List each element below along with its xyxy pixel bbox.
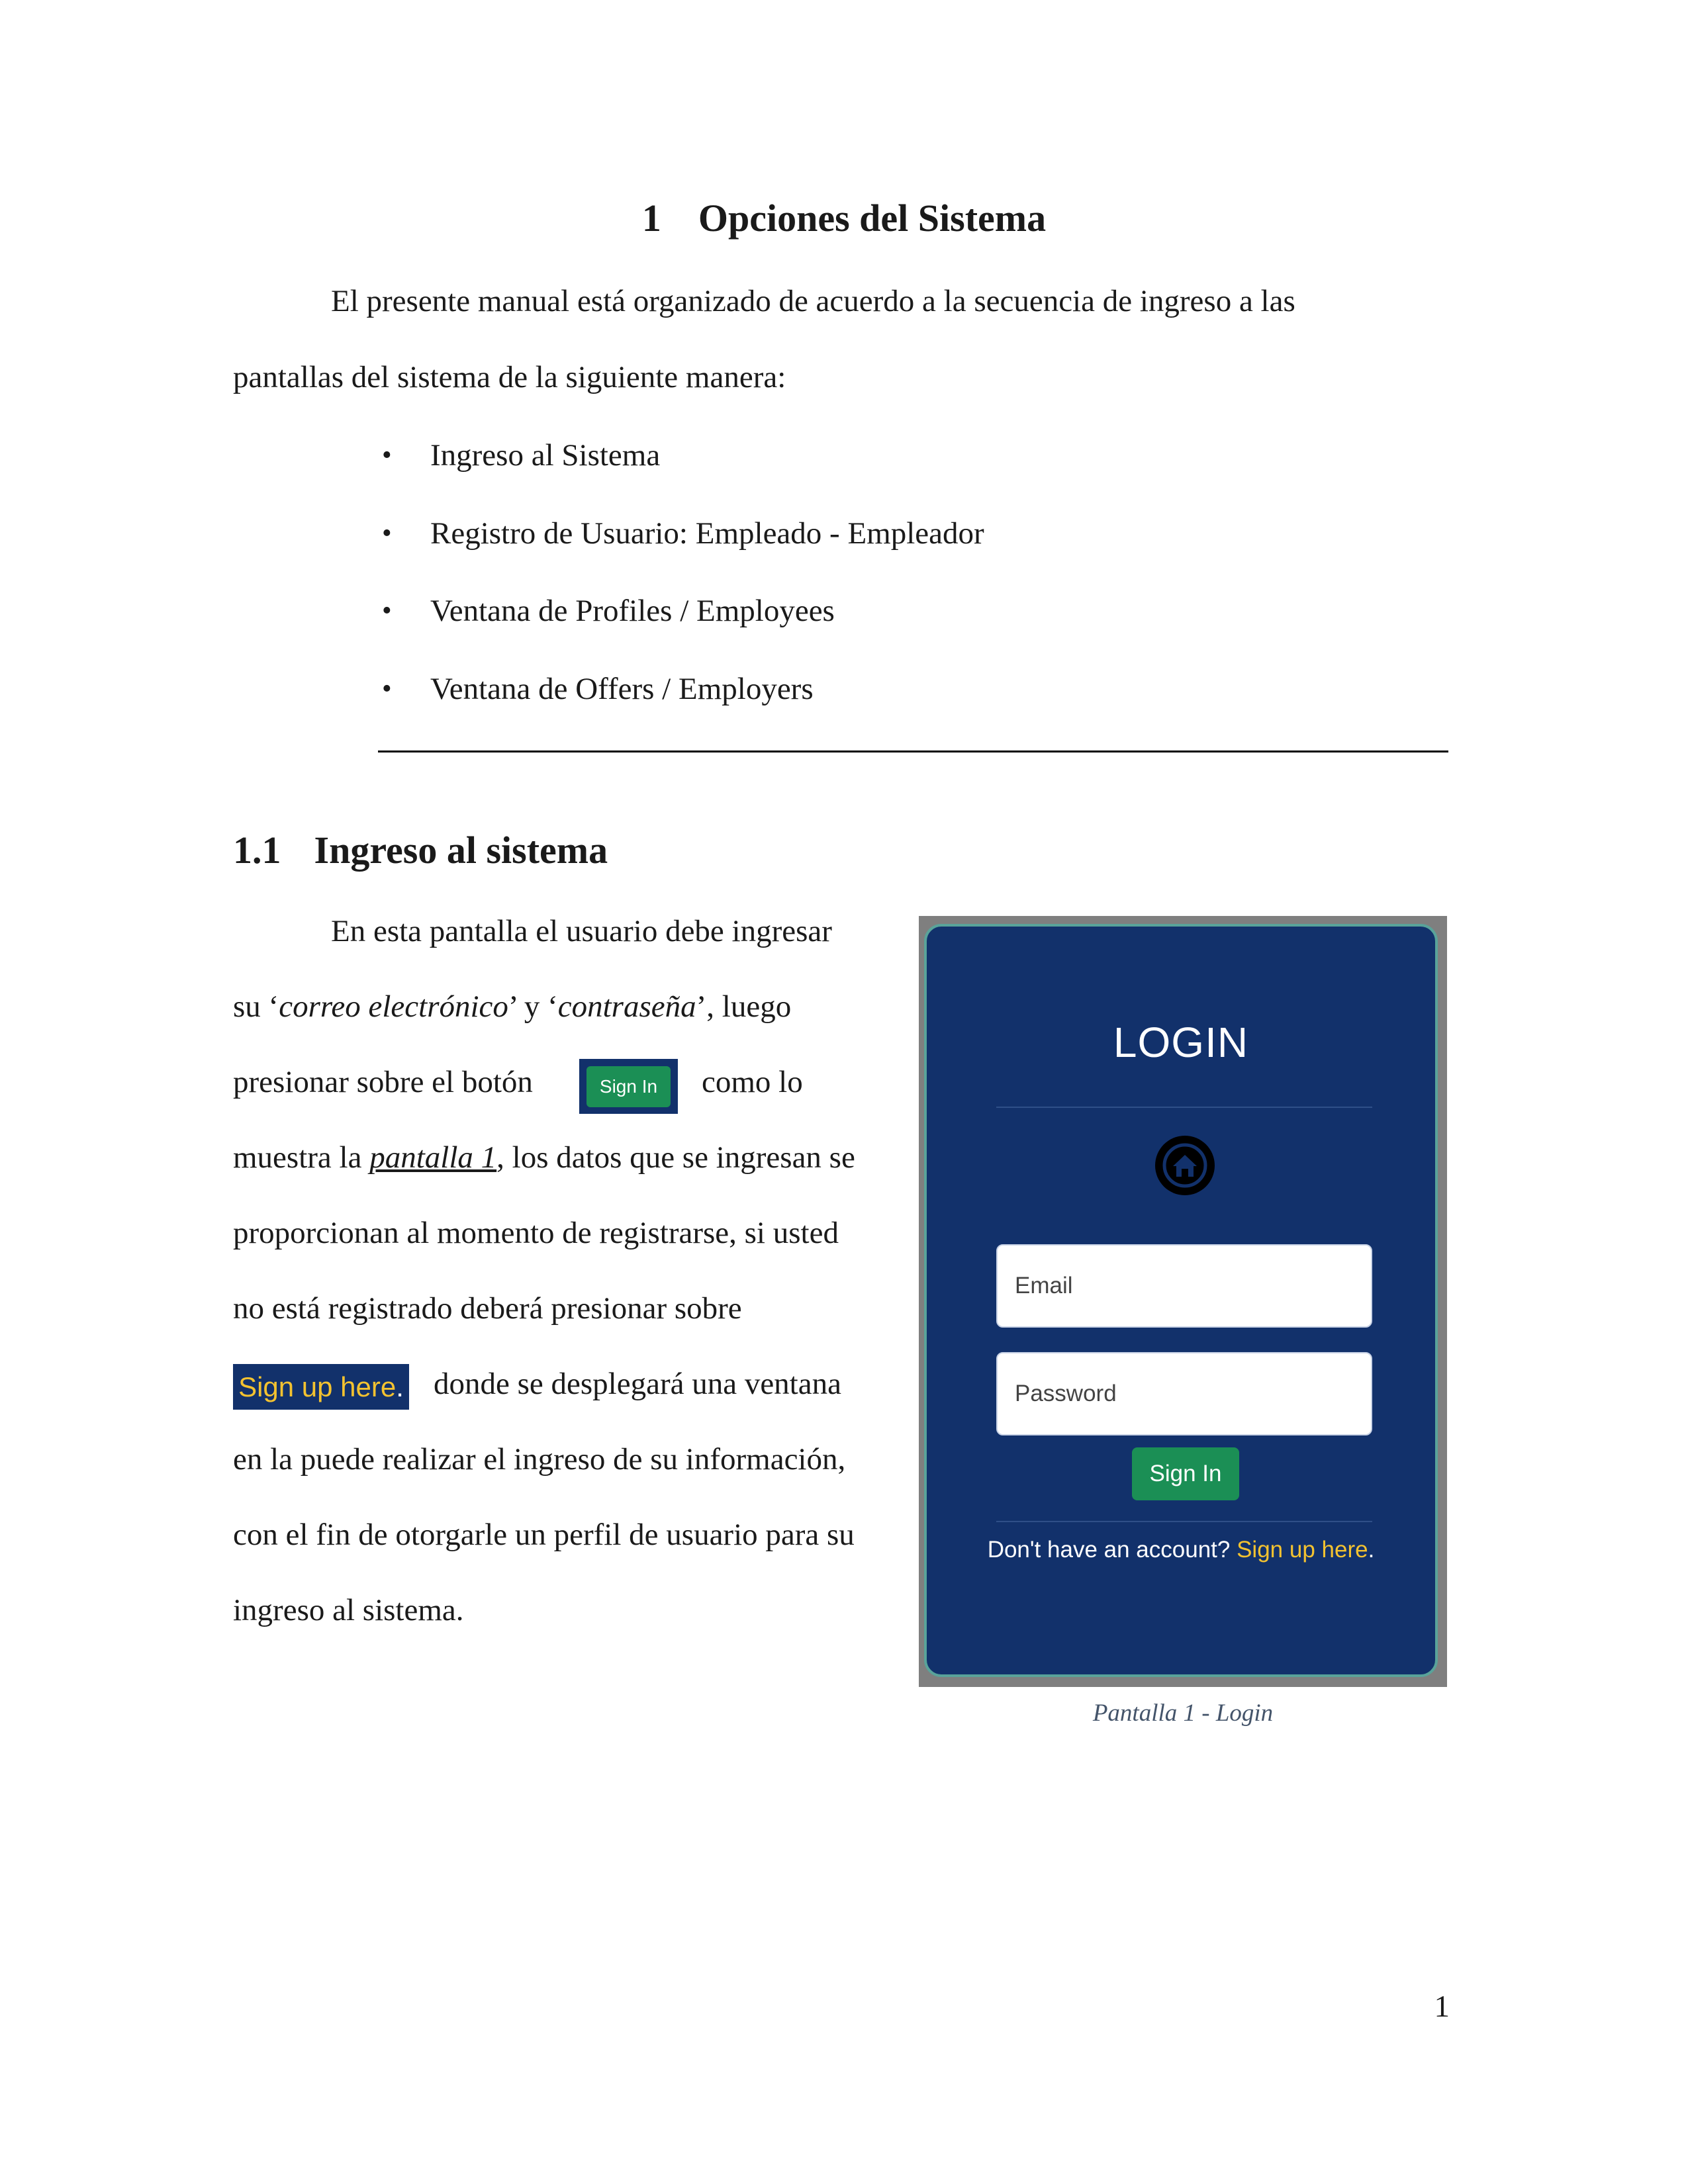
intro-line-2: pantallas del sistema de la siguiente ma…	[233, 360, 786, 394]
section-number: 1	[641, 197, 661, 240]
horizontal-rule	[378, 751, 1448, 752]
body-line: su ‘correo electrónico’ y ‘contraseña’, …	[233, 989, 792, 1024]
subsection-heading: 1.1 Ingreso al sistema	[233, 824, 608, 877]
body-line: muestra la pantalla 1, los datos que se …	[233, 1140, 855, 1175]
body-line: ingreso al sistema.	[233, 1593, 464, 1627]
no-account-prompt: Don't have an account? Sign up here.	[987, 1537, 1375, 1563]
bullet-item: Registro de Usuario: Empleado - Empleado…	[430, 516, 984, 551]
bullet-icon: •	[382, 518, 392, 549]
inline-signup-image: Sign up here.	[233, 1364, 409, 1410]
divider	[996, 1521, 1372, 1522]
subsection-number: 1.1	[233, 829, 281, 872]
inline-signin-label: Sign In	[586, 1066, 671, 1107]
body-line: como lo	[702, 1065, 803, 1099]
house-icon	[1155, 1136, 1215, 1195]
body-line: con el fin de otorgarle un perfil de usu…	[233, 1518, 855, 1552]
body-line: En esta pantalla el usuario debe ingresa…	[331, 914, 832, 948]
section-title: Opciones del Sistema	[698, 197, 1047, 240]
sign-up-link[interactable]: Sign up here	[1237, 1537, 1368, 1563]
figure-caption: Pantalla 1 - Login	[1092, 1700, 1274, 1727]
sign-in-button[interactable]: Sign In	[1132, 1447, 1239, 1500]
bullet-icon: •	[382, 440, 392, 471]
page-number: 1	[1434, 1989, 1450, 2024]
bullet-item: Ingreso al Sistema	[430, 438, 661, 473]
intro-line-1: El presente manual está organizado de ac…	[331, 284, 1295, 318]
inline-signin-image: Sign In	[579, 1059, 678, 1114]
pantalla-link[interactable]: pantalla 1	[369, 1140, 496, 1175]
login-screenshot-figure: LOGIN Email Password Sign In Don't have …	[919, 916, 1447, 1687]
login-title: LOGIN	[1113, 1019, 1249, 1066]
login-panel: LOGIN Email Password Sign In Don't have …	[924, 924, 1438, 1677]
inline-signup-link: Sign up here	[238, 1371, 397, 1402]
body-line: en la puede realizar el ingreso de su in…	[233, 1442, 846, 1477]
email-field[interactable]: Email	[996, 1244, 1372, 1328]
section-heading: 1 Opciones del Sistema	[0, 192, 1688, 245]
bullet-item: Ventana de Profiles / Employees	[430, 594, 835, 628]
subsection-title: Ingreso al sistema	[314, 829, 608, 872]
body-line: donde se desplegará una ventana	[434, 1367, 841, 1401]
body-line: presionar sobre el botón	[233, 1065, 533, 1099]
bullet-icon: •	[382, 674, 392, 704]
body-line: proporcionan al momento de registrarse, …	[233, 1216, 839, 1250]
divider	[996, 1107, 1372, 1108]
bullet-item: Ventana de Offers / Employers	[430, 672, 814, 706]
bullet-icon: •	[382, 596, 392, 626]
body-line: no está registrado deberá presionar sobr…	[233, 1291, 742, 1326]
password-field[interactable]: Password	[996, 1352, 1372, 1435]
